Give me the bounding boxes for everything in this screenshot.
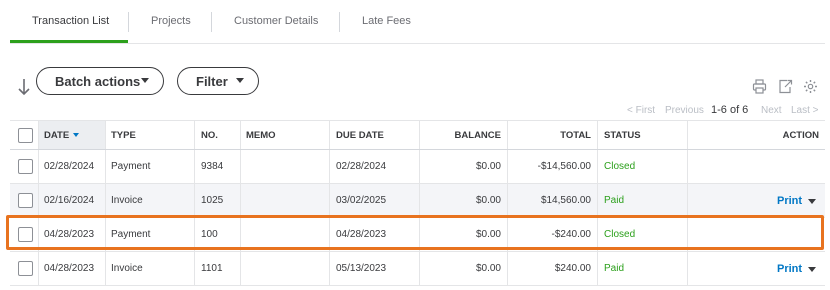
tab-projects[interactable]: Projects xyxy=(151,15,191,27)
date-header-label: DATE xyxy=(44,129,70,141)
pager-next[interactable]: Next xyxy=(761,105,782,116)
select-all-checkbox[interactable] xyxy=(18,128,33,143)
table-row[interactable]: 02/16/2024 Invoice 1025 03/02/2025 $0.00… xyxy=(10,184,825,218)
column-header-total[interactable]: TOTAL xyxy=(507,121,591,149)
pager-first[interactable]: < First xyxy=(627,105,655,116)
column-header-memo[interactable]: MEMO xyxy=(246,121,276,149)
print-action-link[interactable]: Print xyxy=(777,252,802,285)
cell-due-date: 03/02/2025 xyxy=(336,195,387,206)
filter-label: Filter xyxy=(196,73,228,89)
cell-balance: $0.00 xyxy=(475,263,501,274)
sort-arrow-icon[interactable] xyxy=(17,78,31,96)
tab-divider xyxy=(128,12,129,32)
chevron-down-icon xyxy=(236,78,244,83)
cell-due-date: 05/13/2023 xyxy=(336,263,387,274)
batch-actions-button[interactable]: Batch actions xyxy=(36,67,164,95)
settings-icon[interactable] xyxy=(803,79,818,94)
table-header-row: DATE TYPE NO. MEMO DUE DATE BALANCE TOTA… xyxy=(10,120,825,150)
tab-divider xyxy=(211,12,212,32)
cell-no: 1101 xyxy=(201,263,223,274)
tab-transaction-list[interactable]: Transaction List xyxy=(32,15,109,27)
tab-bar: Transaction List Projects Customer Detai… xyxy=(10,0,825,44)
cell-type: Payment xyxy=(111,161,151,172)
row-checkbox[interactable] xyxy=(18,261,33,276)
cell-due-date: 02/28/2024 xyxy=(336,161,387,172)
row-checkbox[interactable] xyxy=(18,159,33,174)
cell-date: 02/16/2024 xyxy=(44,195,95,206)
cell-date: 02/28/2024 xyxy=(44,161,95,172)
cell-no: 9384 xyxy=(201,161,224,172)
cell-balance: $0.00 xyxy=(475,161,501,172)
print-action-link[interactable]: Print xyxy=(777,184,802,217)
cell-total: -$14,560.00 xyxy=(537,161,591,172)
cell-status: Paid xyxy=(604,263,625,274)
pager-range: 1-6 of 6 xyxy=(711,104,749,116)
column-header-balance[interactable]: BALANCE xyxy=(419,121,501,149)
cell-total: $240.00 xyxy=(554,263,591,274)
row-highlight-box xyxy=(6,215,824,250)
table-row[interactable]: 04/28/2023 Invoice 1101 05/13/2023 $0.00… xyxy=(10,252,825,286)
chevron-down-icon[interactable] xyxy=(808,267,816,272)
row-checkbox[interactable] xyxy=(18,193,33,208)
column-header-type[interactable]: TYPE xyxy=(111,121,136,149)
column-header-due-date[interactable]: DUE DATE xyxy=(336,121,384,149)
pager-previous[interactable]: Previous xyxy=(665,105,704,116)
column-header-no[interactable]: NO. xyxy=(201,121,218,149)
cell-status: Closed xyxy=(604,161,636,172)
pager-last[interactable]: Last > xyxy=(791,105,819,116)
tab-late-fees[interactable]: Late Fees xyxy=(362,15,411,27)
cell-no: 1025 xyxy=(201,195,224,206)
table-row[interactable]: 02/28/2024 Payment 9384 02/28/2024 $0.00… xyxy=(10,150,825,184)
column-header-status[interactable]: STATUS xyxy=(604,121,641,149)
active-tab-indicator xyxy=(10,40,128,43)
cell-type: Invoice xyxy=(111,195,143,206)
print-link-label[interactable]: Print xyxy=(777,195,802,207)
batch-actions-label: Batch actions xyxy=(55,73,141,89)
cell-status: Paid xyxy=(604,195,625,206)
cell-total: $14,560.00 xyxy=(540,195,591,206)
cell-date: 04/28/2023 xyxy=(44,263,95,274)
filter-button[interactable]: Filter xyxy=(177,67,259,95)
chevron-down-icon xyxy=(141,78,149,83)
print-icon[interactable] xyxy=(752,79,767,94)
cell-type: Invoice xyxy=(111,263,143,274)
tab-customer-details[interactable]: Customer Details xyxy=(234,15,318,27)
column-header-date[interactable]: DATE xyxy=(38,121,105,149)
chevron-down-icon[interactable] xyxy=(808,199,816,204)
export-icon[interactable] xyxy=(778,79,793,94)
sort-desc-icon xyxy=(73,133,80,137)
print-link-label[interactable]: Print xyxy=(777,263,802,275)
column-header-action: ACTION xyxy=(782,129,819,141)
tab-divider xyxy=(339,12,340,32)
cell-balance: $0.00 xyxy=(475,195,501,206)
